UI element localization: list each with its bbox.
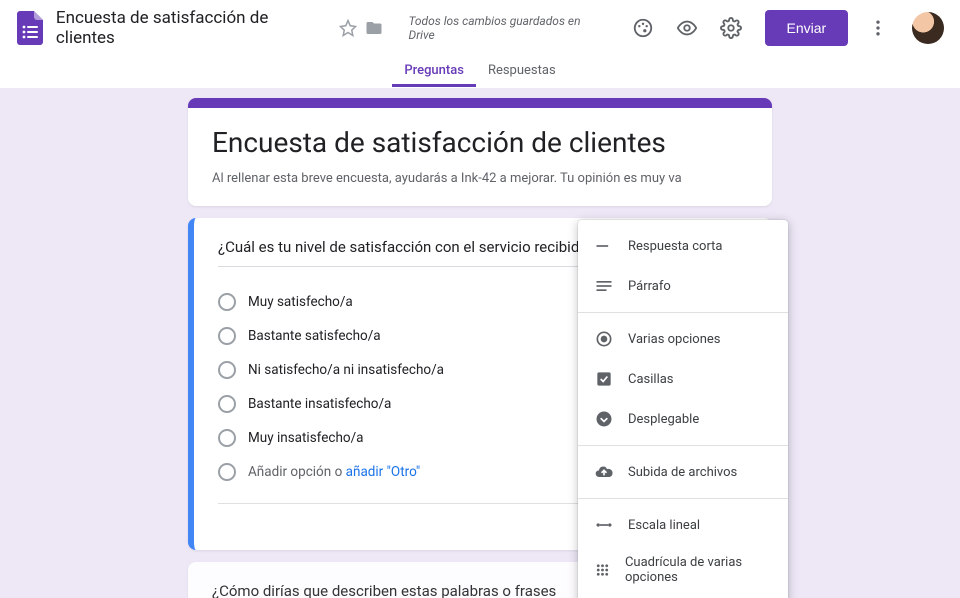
option-label[interactable]: Muy satisfecho/a	[248, 294, 353, 310]
qtype-short-answer[interactable]: Respuesta corta	[578, 226, 788, 266]
tab-questions[interactable]: Preguntas	[392, 56, 476, 87]
qtype-dropdown[interactable]: Desplegable	[578, 399, 788, 439]
menu-separator	[578, 445, 788, 446]
account-avatar[interactable]	[912, 12, 944, 44]
option-label[interactable]: Bastante satisfecho/a	[248, 328, 381, 344]
qtype-checkboxes[interactable]: Casillas	[578, 359, 788, 399]
option-label[interactable]: Muy insatisfecho/a	[248, 430, 364, 446]
more-icon[interactable]	[860, 10, 896, 46]
settings-icon[interactable]	[713, 10, 749, 46]
form-tabs: Preguntas Respuestas	[0, 56, 960, 88]
preview-icon[interactable]	[669, 10, 705, 46]
qtype-file-upload[interactable]: Subida de archivos	[578, 452, 788, 492]
qtype-linear-scale[interactable]: Escala lineal	[578, 505, 788, 545]
app-header: Encuesta de satisfacción de clientes Tod…	[0, 0, 960, 56]
radio-icon	[218, 395, 236, 413]
star-icon[interactable]	[339, 19, 357, 37]
option-label[interactable]: Ni satisfecho/a ni insatisfecho/a	[248, 362, 444, 378]
radio-icon	[218, 361, 236, 379]
option-label[interactable]: Bastante insatisfecho/a	[248, 396, 391, 412]
radio-icon	[218, 429, 236, 447]
form-title-card[interactable]: Encuesta de satisfacción de clientes Al …	[188, 98, 772, 206]
form-title[interactable]: Encuesta de satisfacción de clientes	[212, 126, 748, 159]
send-button[interactable]: Enviar	[765, 10, 849, 46]
radio-icon	[218, 293, 236, 311]
menu-separator	[578, 498, 788, 499]
qtype-paragraph[interactable]: Párrafo	[578, 266, 788, 306]
forms-logo-icon	[16, 10, 44, 46]
qtype-mc-grid[interactable]: Cuadrícula de varias opciones	[578, 545, 788, 595]
theme-icon[interactable]	[625, 10, 661, 46]
tab-responses[interactable]: Respuestas	[476, 56, 568, 87]
form-description[interactable]: Al rellenar esta breve encuesta, ayudará…	[212, 171, 748, 186]
form-canvas: Encuesta de satisfacción de clientes Al …	[0, 88, 960, 598]
menu-separator	[578, 312, 788, 313]
radio-icon	[218, 327, 236, 345]
add-option-text[interactable]: Añadir opción	[248, 464, 331, 480]
question-type-menu: Respuesta corta Párrafo Varias opciones …	[578, 220, 788, 598]
save-status: Todos los cambios guardados en Drive	[409, 14, 609, 42]
radio-icon	[218, 463, 236, 481]
doc-title[interactable]: Encuesta de satisfacción de clientes	[56, 8, 331, 48]
folder-icon[interactable]	[365, 19, 383, 37]
add-other-link[interactable]: añadir "Otro"	[346, 464, 421, 480]
qtype-multiple-choice[interactable]: Varias opciones	[578, 319, 788, 359]
add-option-or-word: o	[335, 464, 343, 480]
